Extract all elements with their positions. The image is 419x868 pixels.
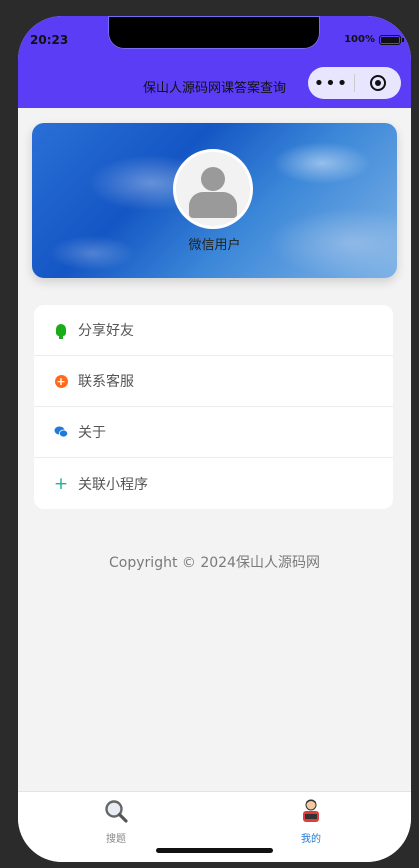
notch [108,16,320,49]
tab-label: 搜题 [106,834,126,845]
menu-item-label: 联系客服 [78,374,134,390]
more-dots-icon[interactable]: ••• [308,67,354,99]
profile-card: 微信用户 [32,123,397,278]
menu-item-label: 关于 [78,425,106,441]
menu-list: 分享好友 + 联系客服 关于 + 关联小程序 [34,305,393,509]
menu-item-label: 关联小程序 [78,476,148,493]
menu-item-label: 分享好友 [78,323,134,339]
home-indicator [156,848,273,853]
menu-item-service[interactable]: + 联系客服 [34,356,393,407]
copyright-text: Copyright © 2024保山人源码网 [109,555,320,571]
default-avatar-icon[interactable] [173,149,253,229]
username: 微信用户 [188,238,241,253]
battery-percent: 100% [344,34,375,45]
wechat-icon [54,425,68,439]
bulb-icon [54,323,68,339]
plus-icon: + [53,473,69,494]
capsule-menu: ••• [308,67,401,99]
phone-screen: 20:23 100% 保山人源码网课答案查询 ••• 微信用户 分享好友 + 联… [18,16,411,862]
tab-search[interactable]: 搜题 [86,798,146,845]
plus-circle-icon: + [54,374,68,388]
header-bar: 20:23 100% 保山人源码网课答案查询 ••• [18,16,411,108]
menu-item-share[interactable]: 分享好友 [34,305,393,356]
battery-status: 100% [344,34,404,45]
menu-item-about[interactable]: 关于 [34,407,393,458]
status-time: 20:23 [30,33,69,47]
tab-mine[interactable]: 我的 [281,798,341,845]
capsule-close-icon[interactable] [355,67,401,99]
user-avatar-icon [303,799,319,822]
tab-label: 我的 [301,834,321,845]
tab-bar: 搜题 我的 [18,791,411,862]
menu-item-link-miniprogram[interactable]: + 关联小程序 [34,458,393,509]
magnifier-icon [105,800,128,823]
battery-icon [379,34,404,45]
